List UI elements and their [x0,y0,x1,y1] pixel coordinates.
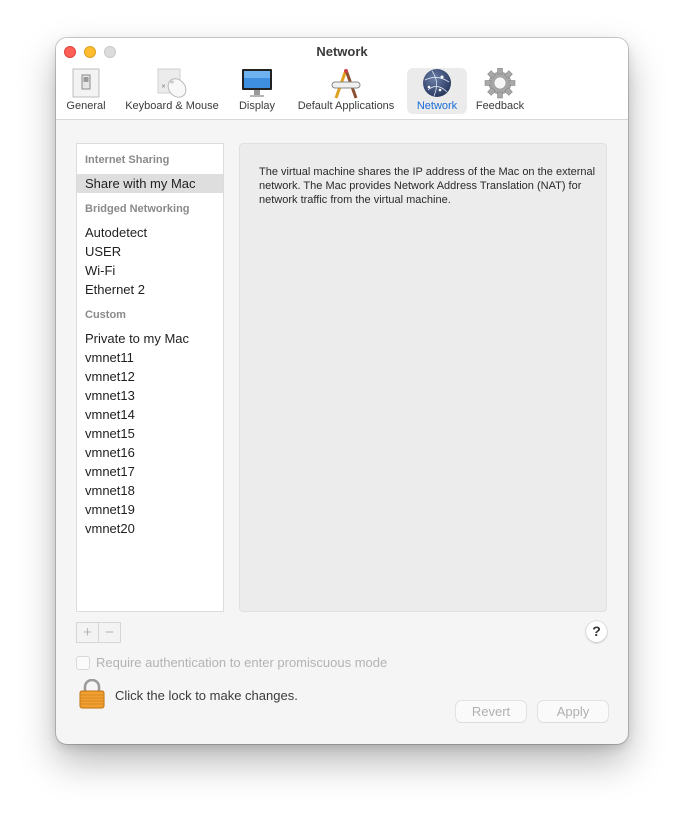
network-list: Internet Sharing Share with my Mac Bridg… [76,143,224,612]
list-item[interactable]: vmnet14 [77,405,223,424]
toolbar-item-display[interactable]: Display [234,68,280,114]
titlebar: Network General × Keyboard & Mouse Displ… [56,38,628,120]
list-item[interactable]: vmnet15 [77,424,223,443]
keyboard-mouse-icon: × [157,68,187,98]
list-item[interactable]: vmnet19 [77,500,223,519]
help-button[interactable]: ? [586,621,607,642]
list-item[interactable]: vmnet12 [77,367,223,386]
section-header-custom: Custom [85,309,126,321]
network-preferences-window: Network General × Keyboard & Mouse Displ… [56,38,628,744]
list-item[interactable]: Ethernet 2 [77,280,223,299]
general-switch-icon [72,68,100,98]
list-item[interactable]: Wi-Fi [77,261,223,280]
list-item[interactable]: vmnet20 [77,519,223,538]
revert-button[interactable]: Revert [456,701,526,722]
list-item[interactable]: USER [77,242,223,261]
toolbar-item-network[interactable]: Network [407,68,467,114]
default-applications-icon [331,69,361,99]
lock-label: Click the lock to make changes. [115,688,298,703]
network-description: The virtual machine shares the IP addres… [259,166,596,206]
list-item[interactable]: vmnet16 [77,443,223,462]
section-header-internet-sharing: Internet Sharing [85,154,170,166]
list-item[interactable]: vmnet11 [77,348,223,367]
list-item[interactable]: vmnet17 [77,462,223,481]
list-item[interactable]: vmnet18 [77,481,223,500]
toolbar-item-feedback[interactable]: Feedback [470,68,530,114]
section-header-bridged-networking: Bridged Networking [85,203,190,215]
list-item[interactable]: Private to my Mac [77,329,223,348]
promiscuous-mode-checkbox[interactable] [76,656,90,670]
lock-icon[interactable] [79,679,105,709]
display-icon [242,69,272,97]
list-item-share-with-my-mac[interactable]: Share with my Mac [77,174,223,193]
list-item[interactable]: vmnet13 [77,386,223,405]
window-title: Network [316,44,368,59]
toolbar-item-keyboard-mouse[interactable]: × Keyboard & Mouse [120,68,224,114]
network-globe-icon [423,69,451,97]
remove-network-button[interactable]: − [99,623,120,642]
promiscuous-mode-label: Require authentication to enter promiscu… [96,655,388,670]
add-remove-control: + − [76,622,121,643]
detail-pane: The virtual machine shares the IP addres… [239,143,607,612]
toolbar-item-default-applications[interactable]: Default Applications [290,68,402,114]
svg-text:×: × [161,83,166,90]
add-network-button[interactable]: + [77,623,99,642]
gear-icon [484,68,516,99]
apply-button[interactable]: Apply [538,701,608,722]
list-item[interactable]: Autodetect [77,223,223,242]
toolbar-item-general[interactable]: General [62,68,110,114]
